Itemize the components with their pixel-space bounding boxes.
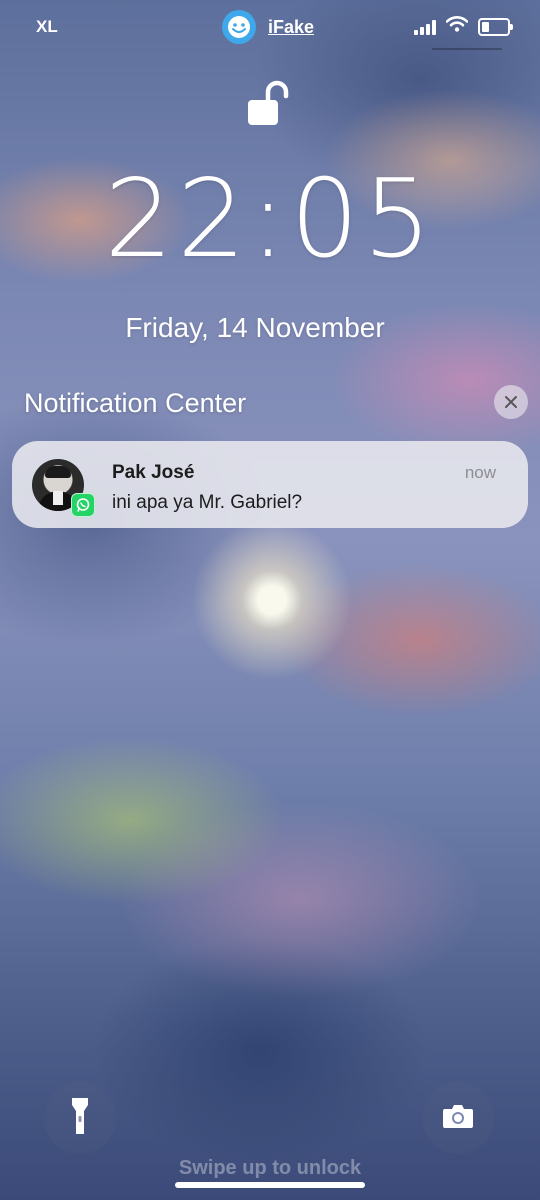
notification-center-title: Notification Center bbox=[24, 388, 247, 418]
flashlight-icon bbox=[71, 1096, 89, 1141]
notification-time: now bbox=[464, 463, 496, 482]
wifi-icon bbox=[445, 16, 469, 37]
notification-card[interactable]: Pak José now ini apa ya Mr. Gabriel? bbox=[12, 441, 528, 528]
app-badge[interactable]: iFake bbox=[222, 10, 314, 44]
app-name-link[interactable]: iFake bbox=[268, 17, 314, 38]
status-icons bbox=[414, 16, 513, 37]
lock-time: 22:05 bbox=[104, 157, 436, 282]
flashlight-button[interactable] bbox=[44, 1082, 116, 1154]
home-indicator[interactable] bbox=[175, 1182, 365, 1188]
battery-icon bbox=[478, 17, 513, 36]
status-bar: XL iFake bbox=[0, 0, 540, 52]
lock-date: Friday, 14 November bbox=[125, 312, 385, 343]
notification-sender: Pak José bbox=[112, 462, 195, 483]
unlocked-padlock-icon bbox=[246, 80, 296, 128]
notification-message: ini apa ya Mr. Gabriel? bbox=[112, 492, 303, 513]
carrier-label: XL bbox=[36, 17, 58, 36]
close-icon[interactable] bbox=[494, 385, 528, 419]
camera-icon bbox=[442, 1103, 474, 1134]
signal-icon bbox=[414, 19, 436, 35]
camera-button[interactable] bbox=[422, 1082, 494, 1154]
swipe-up-hint: Swipe up to unlock bbox=[178, 1157, 362, 1179]
app-logo-icon bbox=[222, 10, 256, 44]
whatsapp-icon bbox=[71, 493, 95, 517]
status-divider bbox=[432, 48, 502, 50]
